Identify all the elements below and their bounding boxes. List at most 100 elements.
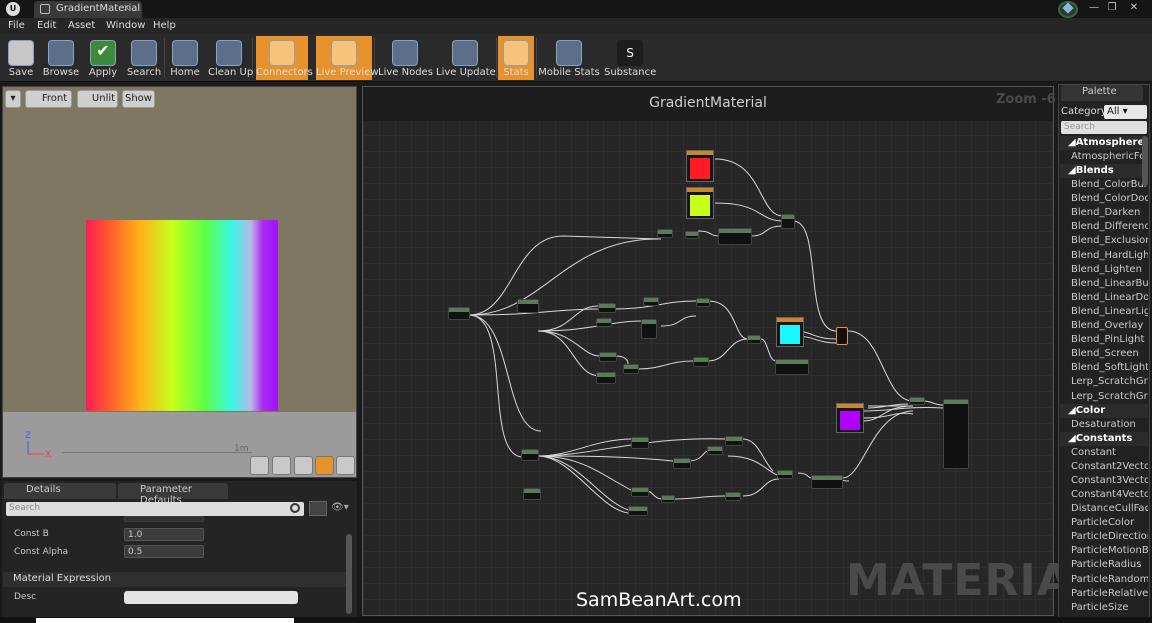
browse-button[interactable]: Browse — [42, 36, 80, 80]
minimize-button[interactable]: — — [1086, 1, 1102, 14]
palette-item[interactable]: Constant3Vector — [1060, 474, 1148, 488]
palette-section-blends[interactable]: ◢Blends — [1060, 164, 1148, 179]
palette-item[interactable]: Constant2Vector — [1060, 460, 1148, 474]
graph-node[interactable] — [725, 492, 741, 501]
graph-node[interactable] — [599, 352, 617, 362]
palette-item[interactable]: Blend_HardLight — [1060, 249, 1148, 263]
palette-item[interactable]: Blend_LinearBurn — [1060, 277, 1148, 291]
restore-button[interactable]: ❐ — [1104, 1, 1120, 14]
graph-node[interactable] — [523, 488, 541, 500]
palette-item[interactable]: Constant — [1060, 446, 1148, 460]
stats-button[interactable]: Stats — [498, 36, 534, 80]
view-mode-button[interactable]: Front — [25, 90, 72, 108]
view-options-grid-icon[interactable] — [309, 501, 327, 516]
palette-item[interactable]: Lerp_ScratchGrime2 — [1060, 390, 1148, 404]
preview-custom-mesh-button[interactable] — [336, 456, 355, 475]
palette-section-atmosphere[interactable]: ◢Atmosphere — [1060, 136, 1148, 150]
graph-node[interactable] — [657, 229, 673, 238]
substance-button[interactable]: S Substance — [604, 36, 656, 80]
graph-node[interactable] — [643, 297, 659, 306]
graph-node[interactable] — [596, 372, 616, 384]
palette-category-select[interactable]: All ▾ — [1104, 105, 1147, 119]
graph-node[interactable] — [521, 449, 539, 461]
apply-button[interactable]: ✔ Apply — [86, 36, 120, 80]
palette-item[interactable]: Blend_SoftLight — [1060, 361, 1148, 375]
color-constant-node[interactable] — [686, 187, 714, 219]
details-search-input[interactable]: Search — [6, 502, 304, 516]
graph-node[interactable] — [696, 298, 710, 307]
graph-node[interactable] — [673, 458, 691, 469]
palette-section-color[interactable]: ◢Color — [1060, 403, 1148, 418]
palette-item[interactable]: ParticleSize — [1060, 601, 1148, 615]
graph-node[interactable] — [661, 495, 675, 503]
color-constant-node[interactable] — [776, 317, 804, 347]
material-expression-category[interactable]: Material Expression — [3, 572, 351, 587]
color-constant-node[interactable] — [686, 150, 714, 182]
palette-item[interactable]: ParticleMotionBlurFade — [1060, 544, 1148, 558]
palette-item[interactable]: Blend_LinearLight — [1060, 305, 1148, 319]
graph-node[interactable] — [725, 436, 743, 446]
palette-item[interactable]: Blend_ColorBurn — [1060, 178, 1148, 192]
palette-item[interactable]: Constant4Vector — [1060, 488, 1148, 502]
graph-node[interactable] — [747, 335, 761, 344]
palette-item[interactable]: Blend_Screen — [1060, 347, 1148, 361]
graph-node[interactable] — [781, 214, 795, 229]
palette-item[interactable]: ParticleDirection — [1060, 530, 1148, 544]
palette-item[interactable]: Blend_Difference — [1060, 220, 1148, 234]
palette-item[interactable]: Lerp_ScratchGrime — [1060, 375, 1148, 389]
graph-node[interactable] — [693, 357, 709, 367]
preview-cylinder-button[interactable] — [250, 456, 269, 475]
graph-node[interactable] — [631, 487, 649, 497]
graph-node[interactable] — [623, 364, 639, 374]
palette-section-constants[interactable]: ◢Constants — [1060, 431, 1148, 446]
lighting-mode-button[interactable]: Unlit — [77, 90, 118, 108]
menu-asset[interactable]: Asset — [68, 20, 95, 31]
graph-node[interactable] — [631, 437, 649, 449]
search-button[interactable]: Search — [126, 36, 162, 80]
graph-node[interactable] — [596, 318, 612, 327]
graph-node[interactable] — [909, 397, 925, 405]
const-b-field[interactable]: 1.0 — [124, 528, 204, 541]
show-button[interactable]: Show — [122, 90, 155, 108]
tab-palette[interactable]: Palette — [1061, 85, 1143, 101]
graph-node[interactable] — [448, 307, 470, 320]
const-a-field-partial[interactable] — [124, 516, 204, 522]
details-scrollbar[interactable] — [346, 534, 352, 614]
menu-edit[interactable]: Edit — [37, 20, 56, 31]
connectors-button[interactable]: Connectors — [256, 36, 313, 80]
palette-item[interactable]: ParticleColor — [1060, 516, 1148, 530]
const-alpha-field[interactable]: 0.5 — [124, 545, 204, 558]
palette-item[interactable]: Blend_PinLight — [1060, 333, 1148, 347]
palette-item[interactable]: Blend_ColorDodge — [1060, 192, 1148, 206]
graph-node[interactable] — [641, 319, 657, 339]
palette-item[interactable]: DistanceCullFade — [1060, 502, 1148, 516]
graph-node[interactable] — [811, 475, 843, 489]
eye-icon[interactable]: 👁▾ — [331, 502, 353, 516]
viewport-options-dropdown[interactable]: ▾ — [5, 90, 21, 108]
preview-cube-button[interactable] — [315, 456, 334, 475]
palette-item[interactable]: Desaturation — [1060, 418, 1148, 432]
palette-item[interactable]: ParticleRadius — [1060, 558, 1148, 572]
palette-item[interactable]: Blend_Lighten — [1060, 263, 1148, 277]
clean-up-button[interactable]: Clean Up — [208, 36, 253, 80]
palette-item[interactable]: ParticleRandom — [1060, 573, 1148, 587]
live-preview-button[interactable]: Live Preview — [316, 36, 379, 80]
close-tab-icon[interactable]: x — [124, 3, 129, 13]
graph-node[interactable] — [943, 399, 969, 469]
preview-plane-button[interactable] — [294, 456, 313, 475]
palette-item[interactable]: Blend_Overlay — [1060, 319, 1148, 333]
close-button[interactable]: ✕ — [1126, 1, 1142, 14]
graph-node[interactable] — [517, 299, 539, 313]
graph-node[interactable] — [707, 446, 723, 455]
mobile-stats-button[interactable]: Mobile Stats — [538, 36, 600, 80]
palette-item[interactable]: AtmosphericFog — [1060, 150, 1148, 164]
tab-details[interactable]: Details — [4, 483, 116, 499]
palette-item[interactable]: Blend_Darken — [1060, 206, 1148, 220]
menu-help[interactable]: Help — [153, 20, 176, 31]
preview-sphere-button[interactable] — [272, 456, 291, 475]
palette-search-input[interactable]: Search — [1061, 121, 1147, 134]
color-constant-node[interactable] — [836, 403, 864, 433]
selected-lerp-node[interactable] — [836, 327, 848, 345]
graph-node[interactable] — [628, 506, 648, 516]
unreal-logo-icon[interactable]: U — [6, 2, 20, 16]
